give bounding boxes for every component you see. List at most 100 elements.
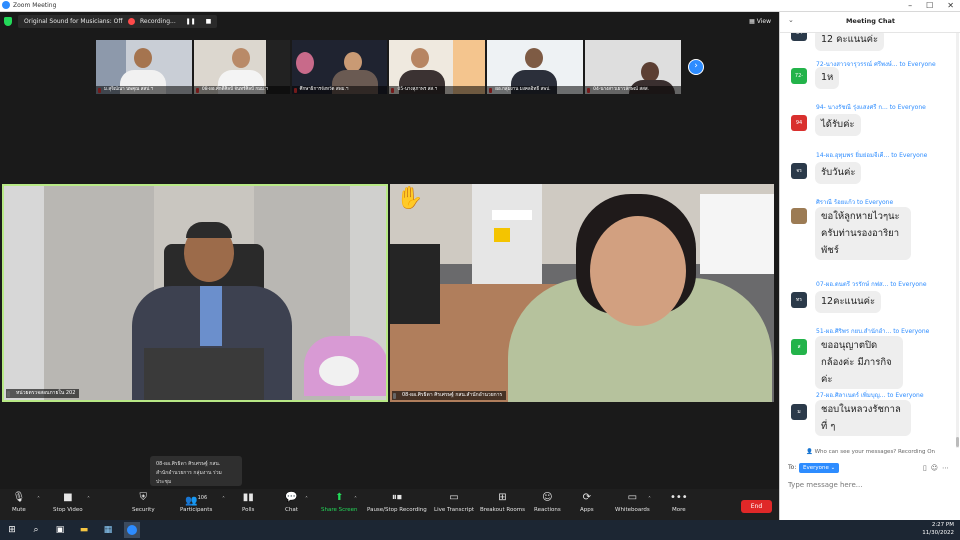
sender-name: 14-ผอ.อุทุมพร ยิ่มย่อมจีเคี...	[816, 152, 890, 159]
participants-count: 106	[197, 495, 208, 501]
smiley-icon: ☺	[542, 492, 553, 503]
windows-start-icon[interactable]: ⊞	[4, 522, 20, 538]
apps-button[interactable]: ⟳ Apps	[580, 492, 594, 513]
clock-time: 2:27 PM	[931, 522, 954, 528]
more-dots-icon: •••	[670, 492, 688, 503]
whiteboards-button[interactable]: ▭ Whiteboards	[615, 492, 650, 513]
strip-next-arrow-icon[interactable]: ›	[688, 59, 704, 75]
zoom-app-icon	[2, 1, 10, 9]
polls-button[interactable]: ▮▮ Polls	[242, 492, 254, 513]
participant-name: ม.สุจิณ์ณา นพคุณ สสป.ฯ	[96, 86, 192, 94]
audio-options-caret-icon[interactable]: ˄	[37, 496, 40, 503]
participant-thumbnail[interactable]: 08-ผอ.ศักดิ์ศิลป์ จันทร์ศิลป์ กมม.ฯ	[193, 40, 290, 94]
original-sound-label: Original Sound for Musicians: Off	[24, 18, 123, 25]
avatar: 94	[791, 115, 807, 131]
share-screen-button[interactable]: ⬆ Share Screen	[321, 492, 358, 513]
active-speaker-name: หน่วยตรวจสอบภายใน 202	[6, 389, 80, 398]
pause-stop-icon: ⏸⏹	[391, 492, 402, 503]
recipient-label: to Everyone	[893, 328, 930, 335]
raised-hand-icon: ✋	[396, 186, 424, 211]
chat-recipient-select[interactable]: Everyone ⌄	[799, 463, 840, 473]
video-options-caret-icon[interactable]: ˄	[87, 496, 90, 503]
minimize-button[interactable]: –	[908, 0, 912, 11]
participants-options-caret-icon[interactable]: ˄	[222, 496, 225, 503]
maximize-button[interactable]: ☐	[926, 0, 933, 11]
chat-message-list[interactable]: ลำ 12 คะแนนค่ะ 72-นางสาวจารุวรรณ์ ศรีพงษ…	[780, 33, 955, 448]
more-dots-icon[interactable]: ⋯	[942, 464, 949, 472]
participant-thumbnail[interactable]: 04-นางสาวเยาวลักษณ์ สสส.	[585, 40, 681, 94]
original-sound-toggle[interactable]: Original Sound for Musicians: Off	[18, 15, 129, 28]
chat-options-caret-icon[interactable]: ˄	[305, 496, 308, 503]
view-button[interactable]: ▦ View	[749, 15, 771, 28]
window-title: Zoom Meeting	[13, 2, 57, 9]
security-button[interactable]: ⛨ Security	[132, 492, 155, 513]
chat-tools: ▯ ☺ ⋯	[923, 464, 949, 472]
stop-video-button[interactable]: ■ Stop Video	[53, 492, 83, 513]
participant-video-tile[interactable]: ✋ 08-ผอ.ศิรธิดา ศิรเศรษฐ์ กสน.สำนักอำนวย…	[390, 184, 774, 402]
zoom-taskbar-icon[interactable]	[124, 522, 140, 538]
whiteboard-options-caret-icon[interactable]: ˄	[648, 496, 651, 503]
participant-thumbnail[interactable]: ผอ.กลุ่มงาน มงคลอิทธิ์ สพป.	[487, 40, 584, 94]
share-options-caret-icon[interactable]: ˄	[354, 496, 357, 503]
chat-scrollbar-thumb[interactable]	[956, 437, 959, 447]
close-window-button[interactable]: ✕	[947, 0, 954, 11]
recording-dot-icon	[128, 18, 135, 25]
mute-button[interactable]: 🎙 Mute	[12, 492, 26, 513]
meeting-stage: Original Sound for Musicians: Off Record…	[0, 12, 779, 487]
meeting-top-bar: Original Sound for Musicians: Off Record…	[0, 15, 779, 29]
participants-button[interactable]: 👥106 Participants	[180, 492, 212, 513]
chat-message-input[interactable]: Type message here...	[788, 478, 953, 492]
pause-stop-recording-button[interactable]: ⏸⏹ Pause/Stop Recording	[367, 492, 427, 513]
shield-icon	[4, 17, 12, 26]
avatar: ม	[791, 404, 807, 420]
participant-name: 04-นางสาวเยาวลักษณ์ สสส.	[585, 86, 681, 94]
file-icon[interactable]: ▯	[923, 464, 927, 472]
view-label: View	[756, 18, 771, 25]
recipient-label: to Everyone	[887, 392, 924, 399]
live-transcript-button[interactable]: ▭ Live Transcript	[434, 492, 474, 513]
sender-name: 94- นางรัชณี รุ่งแสงศรี ก...	[816, 104, 888, 111]
chat-button[interactable]: 💬 Chat	[285, 492, 298, 513]
bar-chart-icon: ▮▮	[242, 492, 254, 503]
avatar: ทร	[791, 292, 807, 308]
task-view-icon[interactable]: ▣	[52, 522, 68, 538]
window-title-bar: Zoom Meeting – ☐ ✕	[0, 0, 960, 12]
chat-message-meta: 51-ผอ.ศิริพร กยบ.สำนักอำ... to Everyone	[816, 326, 950, 336]
avatar: 72-	[791, 68, 807, 84]
participant-thumbnail[interactable]: 05-นางสุภาพร สส.ฯ	[389, 40, 486, 94]
chat-message-text: 1ห	[815, 67, 840, 89]
encryption-shield[interactable]	[4, 15, 18, 28]
app-icon[interactable]: ▦	[100, 522, 116, 538]
pause-recording-button[interactable]: ❚❚	[186, 18, 196, 25]
popup-line-2: สำนักอำนวยการ กลุ่มงาน ร่วมประชุม	[156, 470, 222, 485]
participant-tile-name: 08-ผอ.ศิรธิดา ศิรเศรษฐ์ กสน.สำนักอำนวยกา…	[392, 391, 507, 400]
active-speaker-video-tile[interactable]: หน่วยตรวจสอบภายใน 202	[2, 184, 388, 402]
chat-visibility-note[interactable]: 👤 Who can see your messages? Recording O…	[780, 449, 960, 455]
participant-thumbnail[interactable]: ม.สุจิณ์ณา นพคุณ สสป.ฯ	[96, 40, 192, 94]
chat-scrollbar[interactable]	[956, 33, 959, 448]
stop-recording-button[interactable]: ■	[206, 18, 212, 25]
search-icon[interactable]: ⌕	[28, 522, 44, 538]
sender-name: 51-ผอ.ศิริพร กยบ.สำนักอำ...	[816, 328, 892, 335]
reactions-button[interactable]: ☺ Reactions	[534, 492, 561, 513]
file-explorer-icon[interactable]: ▬	[76, 522, 92, 538]
emoji-icon[interactable]: ☺	[931, 464, 938, 472]
breakout-rooms-icon: ⊞	[498, 492, 507, 503]
participant-name: 08-ผอ.ศักดิ์ศิลป์ จันทร์ศิลป์ กมม.ฯ	[193, 86, 290, 94]
end-meeting-button[interactable]: End	[741, 500, 772, 513]
recipient-label: to Everyone	[899, 61, 936, 68]
chat-title: Meeting Chat	[845, 17, 896, 25]
chat-message-text: 12คะแนนค่ะ	[815, 291, 882, 313]
share-screen-icon: ⬆	[335, 492, 344, 503]
recipient-label: to Everyone	[891, 152, 928, 159]
participant-thumbnail[interactable]: ศึกษาธิการจังหวัด สพม.ฯ	[291, 40, 388, 94]
chat-bubble-icon: 💬	[285, 492, 298, 503]
recording-label: Recording...	[140, 18, 176, 25]
taskbar-clock[interactable]: 2:27 PM 11/30/2022	[922, 521, 954, 537]
people-icon: 👤	[805, 449, 815, 455]
breakout-rooms-button[interactable]: ⊞ Breakout Rooms	[480, 492, 525, 513]
video-camera-icon: ■	[63, 492, 73, 503]
chat-message-text: ชอบในหลวงรัชกาลที่ ๆ	[815, 400, 911, 436]
more-button[interactable]: ••• More	[670, 492, 688, 513]
chat-message-meta: ศิราณี ร้อยแก้ว to Everyone	[816, 197, 950, 207]
